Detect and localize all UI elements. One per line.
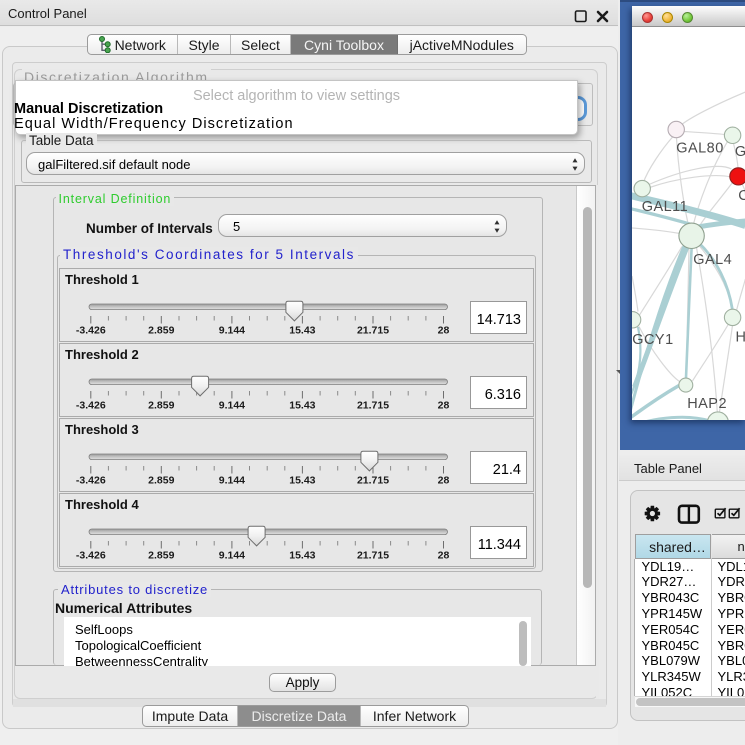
svg-text:C: C	[738, 188, 745, 204]
svg-text:28: 28	[438, 324, 450, 336]
svg-text:-3.426: -3.426	[76, 474, 106, 486]
svg-text:28: 28	[438, 474, 450, 486]
svg-text:GA: GA	[734, 144, 744, 160]
svg-text:2.859: 2.859	[148, 474, 174, 486]
svg-text:28: 28	[438, 399, 450, 411]
svg-text:-3.426: -3.426	[76, 549, 106, 561]
svg-text:-3.426: -3.426	[76, 399, 106, 411]
svg-text:21.715: 21.715	[357, 399, 389, 411]
svg-text:2.859: 2.859	[148, 399, 174, 411]
svg-text:21.715: 21.715	[357, 474, 389, 486]
svg-text:9.144: 9.144	[219, 549, 245, 561]
svg-text:2.859: 2.859	[148, 324, 174, 336]
svg-text:9.144: 9.144	[219, 399, 245, 411]
svg-text:GAL80: GAL80	[676, 141, 724, 157]
svg-text:HAP2: HAP2	[687, 396, 727, 412]
svg-text:GCY1: GCY1	[632, 332, 673, 348]
svg-text:GAL4: GAL4	[693, 252, 732, 268]
svg-text:9.144: 9.144	[219, 474, 245, 486]
svg-text:H: H	[735, 329, 745, 345]
svg-text:15.43: 15.43	[289, 474, 315, 486]
svg-text:GAL11: GAL11	[641, 199, 688, 215]
svg-text:15.43: 15.43	[289, 324, 315, 336]
svg-text:21.715: 21.715	[357, 324, 389, 336]
svg-text:15.43: 15.43	[289, 399, 315, 411]
svg-text:15.43: 15.43	[289, 549, 315, 561]
svg-text:21.715: 21.715	[357, 549, 389, 561]
svg-text:9.144: 9.144	[219, 324, 245, 336]
svg-text:28: 28	[438, 549, 450, 561]
svg-text:-3.426: -3.426	[76, 324, 106, 336]
svg-text:2.859: 2.859	[148, 549, 174, 561]
